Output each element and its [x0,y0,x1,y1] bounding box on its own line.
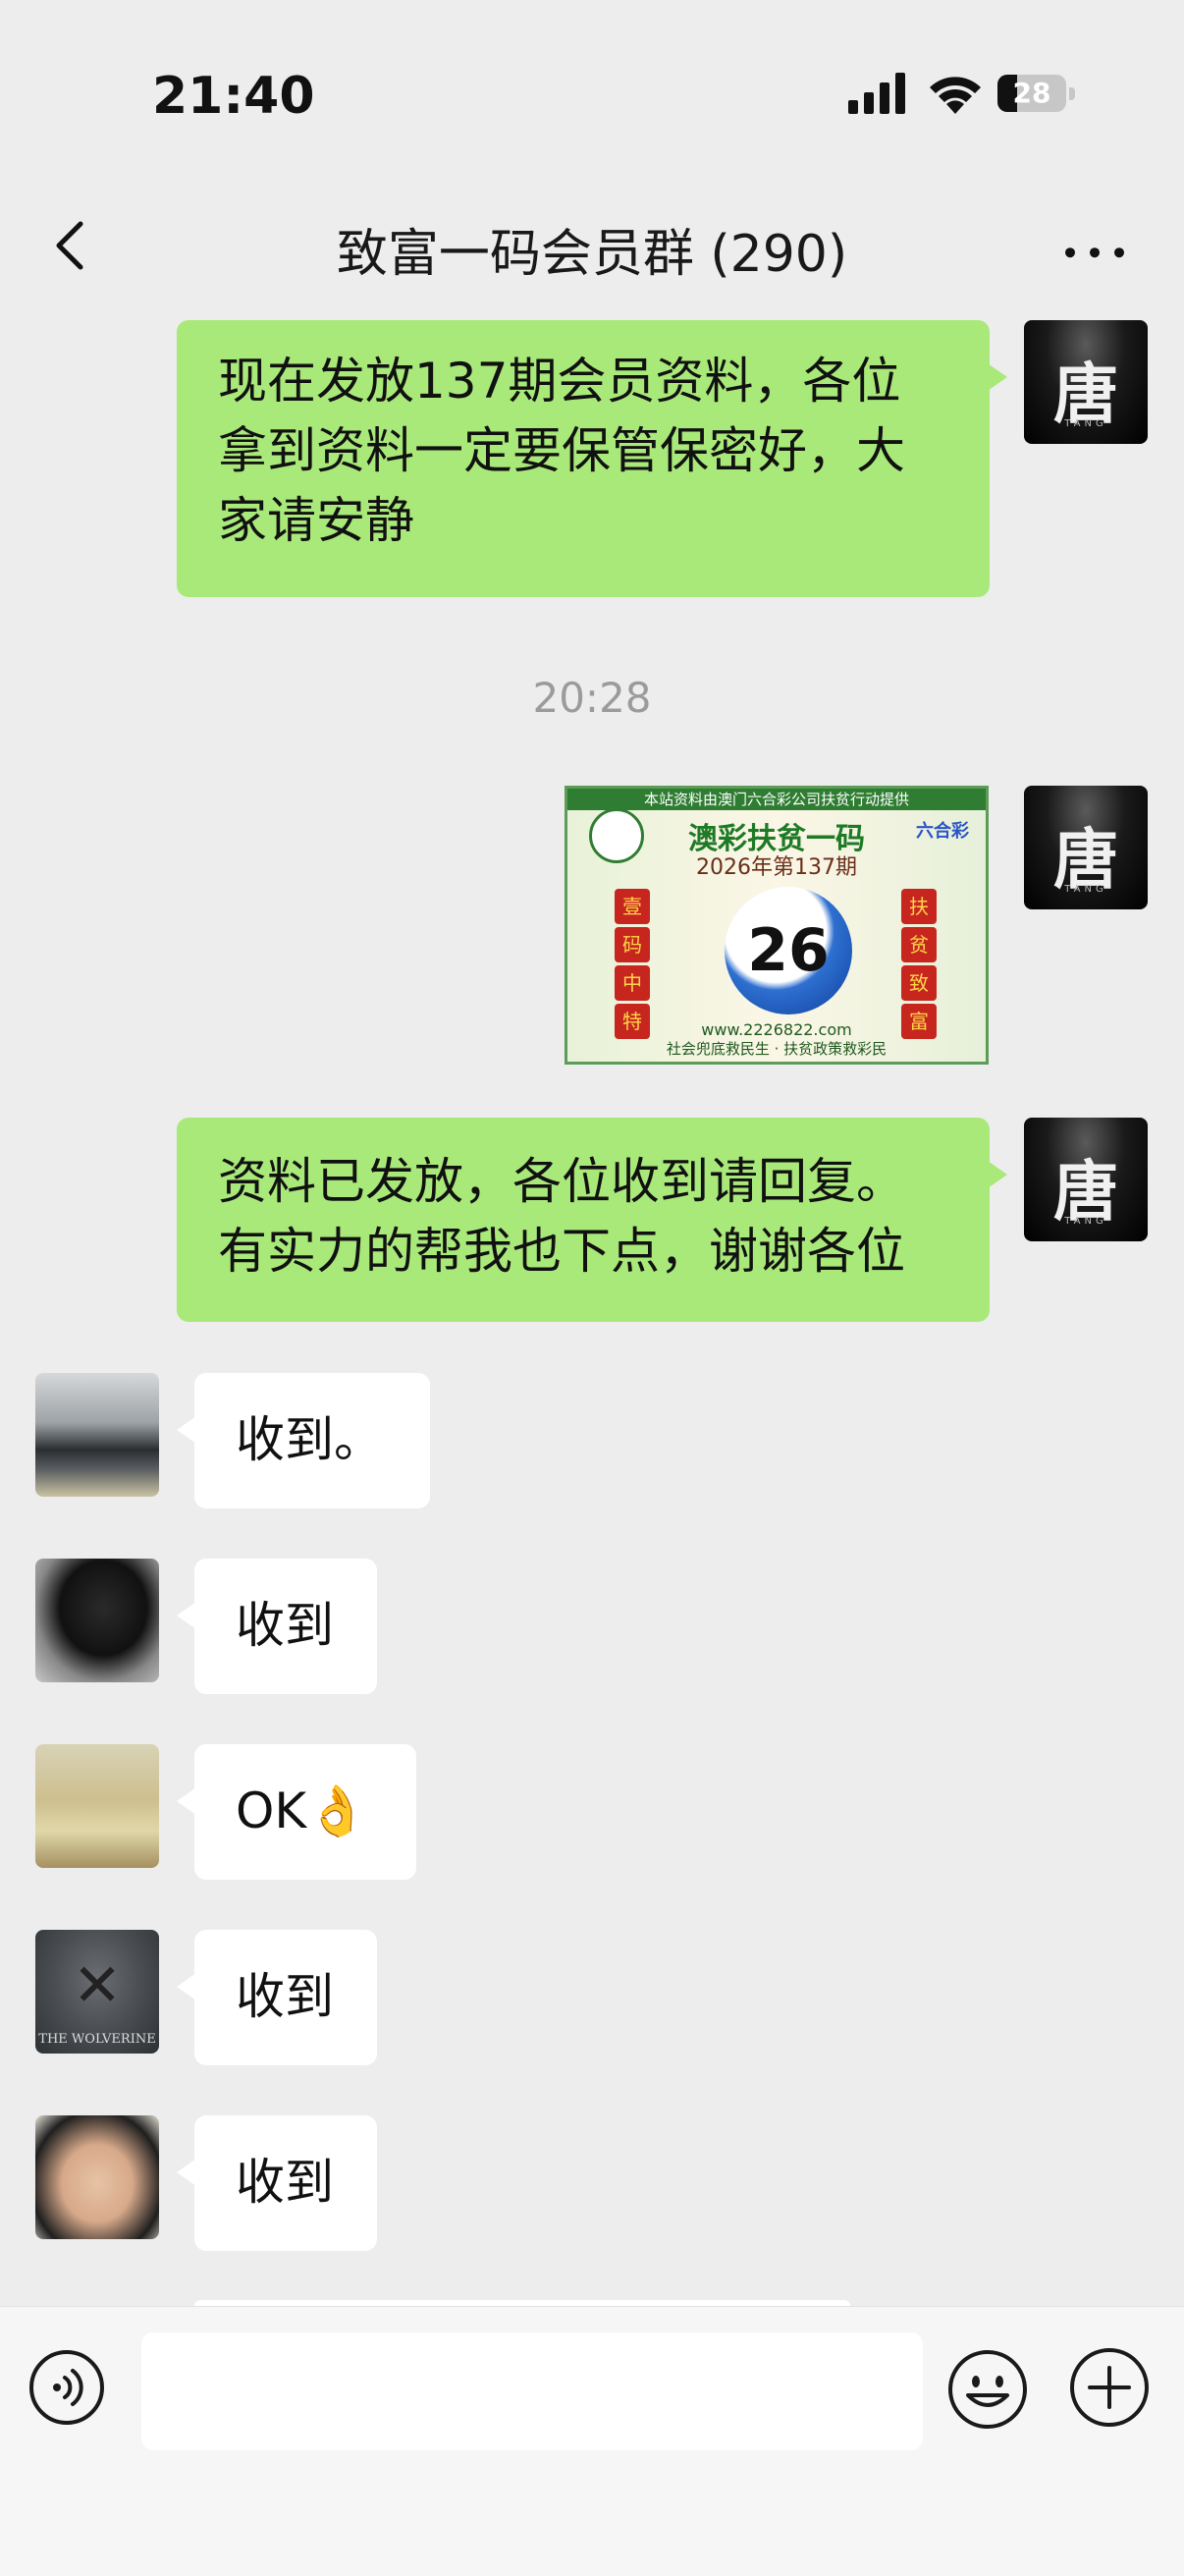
avatar[interactable] [35,1373,159,1497]
message-text: 收到。 [236,1411,383,1468]
avatar[interactable]: ✕ THE WOLVERINE [35,1930,159,2054]
image-message[interactable]: 本站资料由澳门六合彩公司扶贫行动提供 六合彩 澳彩扶贫一码 2026年第137期… [565,786,989,1065]
lottery-number: 26 [747,916,830,985]
avatar[interactable] [35,2115,159,2239]
message-line: 拿到资料一定要保管保密好，大 [218,422,905,479]
wifi-icon [930,77,981,114]
voice-input-icon[interactable] [27,2348,106,2427]
more-dots-icon[interactable] [1060,216,1129,275]
image-banner: 本站资料由澳门六合彩公司扶贫行动提供 [567,789,986,810]
received-message-bubble[interactable]: 收到 [177,2115,377,2251]
message-line: 有实力的帮我也下点，谢谢各位 [218,1223,905,1280]
left-characters: 壹 码 中 特 [615,887,654,1042]
cellular-signal-icon [848,73,905,114]
avatar[interactable] [35,1559,159,1682]
chat-title: 致富一码会员群 (290) [336,225,848,284]
chat-header: 致富一码会员群 (290) [0,187,1184,304]
status-bar: 21:40 28 [0,0,1184,177]
message-text: 收到 [236,1968,334,2025]
avatar[interactable]: 唐 TANG [1024,320,1148,444]
plus-circle-icon[interactable] [1068,2346,1151,2429]
sent-message-bubble[interactable]: 现在发放137期会员资料，各位 拿到资料一定要保管保密好，大 家请安静 [177,320,1007,597]
message-text: 收到 [236,1597,334,1654]
status-time: 21:40 [152,67,315,126]
sent-message-bubble[interactable]: 资料已发放，各位收到请回复。 有实力的帮我也下点，谢谢各位 [177,1118,1007,1322]
message-text: OK👌 [236,1782,368,1839]
message-line: 现在发放137期会员资料，各位 [218,353,901,410]
received-message-bubble[interactable]: 收到 [177,1559,377,1694]
image-issue: 2026年第137期 [696,855,857,880]
message-line: 资料已发放，各位收到请回复。 [218,1153,905,1210]
received-message-bubble[interactable]: OK👌 [177,1744,416,1880]
received-message-bubble[interactable]: 收到。 [177,1373,430,1508]
received-message-bubble[interactable]: 收到 [177,1930,377,2065]
battery-icon: 28 [997,75,1076,114]
message-text: 收到 [236,2154,334,2211]
avatar[interactable]: 唐 TANG [1024,786,1148,909]
avatar[interactable]: 唐 TANG [1024,1118,1148,1241]
image-url: www.2226822.com [701,1020,852,1039]
right-characters: 扶 贫 致 富 [901,887,941,1042]
image-footer: 社会兜底救民生 · 扶贫政策救彩民 [666,1040,888,1058]
avatar[interactable] [35,1744,159,1868]
message-timestamp: 20:28 [532,674,652,722]
emoji-icon[interactable] [946,2348,1029,2431]
message-line: 家请安静 [218,492,414,549]
input-bar [0,2306,1184,2576]
message-input[interactable] [141,2332,923,2450]
battery-level: 28 [1012,77,1051,109]
